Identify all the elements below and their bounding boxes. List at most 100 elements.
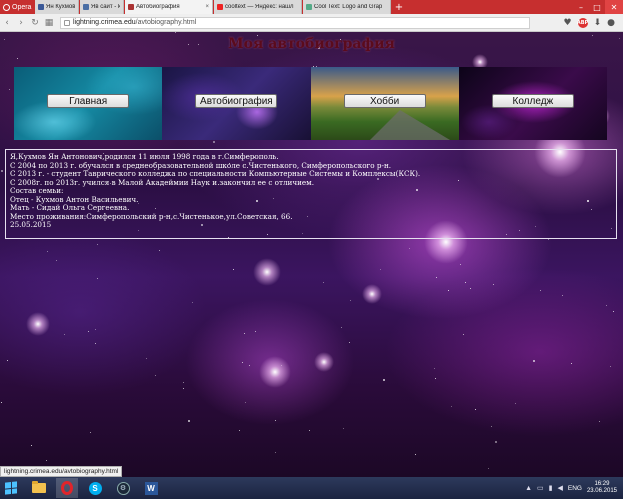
star xyxy=(213,141,215,143)
star xyxy=(495,441,497,443)
clock-time: 16:29 xyxy=(594,481,610,487)
star xyxy=(343,428,344,429)
nav-tile-bio: Автобиография xyxy=(162,67,311,140)
star xyxy=(323,282,324,283)
bio-line: Мать - Сидай Ольга Сергеевна. xyxy=(10,204,130,212)
folder-icon xyxy=(32,481,46,493)
star xyxy=(90,432,91,433)
star xyxy=(491,426,492,427)
browser-tab[interactable]: Cool Text: Logo and Grap xyxy=(303,0,391,14)
star-glow xyxy=(259,356,291,388)
home-button[interactable]: Главная xyxy=(47,94,130,108)
network-icon[interactable]: ▮ xyxy=(549,484,553,492)
page-viewport: Моя автобиография Главная Автобиография … xyxy=(0,32,623,477)
forward-arrow-icon[interactable]: › xyxy=(14,18,28,28)
star xyxy=(610,366,611,367)
speed-dial-icon[interactable]: ▦ xyxy=(42,18,56,28)
college-button[interactable]: Колледж xyxy=(491,94,574,108)
browser-tab[interactable]: Яв сайт - kuxmov-1998@ xyxy=(80,0,124,14)
address-bar: ‹ › ↻ ▦ lightning.crimea.edu/avtobiograp… xyxy=(0,14,623,32)
clock-date: 23.06.2015 xyxy=(586,488,617,494)
url-host: lightning.crimea.edu xyxy=(73,19,136,26)
star xyxy=(97,278,98,279)
tab-label: Автобиография xyxy=(136,4,180,10)
url-field[interactable]: lightning.crimea.edu/avtobiography.html xyxy=(60,16,530,29)
page-info-icon[interactable] xyxy=(64,19,70,26)
minimize-icon[interactable]: – xyxy=(573,0,589,14)
language-indicator[interactable]: ENG xyxy=(568,485,582,492)
taskbar-steam[interactable]: ⚙ xyxy=(112,478,134,498)
star xyxy=(540,290,541,291)
star xyxy=(448,290,449,291)
star xyxy=(95,329,96,330)
star xyxy=(47,251,48,252)
tab-favicon-icon xyxy=(128,4,134,10)
tab-label: cooltext — Яндекс: нашл xyxy=(225,4,294,10)
star-glow xyxy=(26,312,50,336)
taskbar-skype[interactable]: S xyxy=(84,478,106,498)
browser-tab[interactable]: Автобиография × xyxy=(125,0,213,14)
star xyxy=(493,284,494,285)
bio-line: С 2004 по 2013 г. обучался в среднеобраз… xyxy=(10,161,392,170)
taskbar: S ⚙ W ▲ ▭ ▮ ◀ ENG 16:29 23.06.2015 xyxy=(0,477,623,499)
star xyxy=(533,360,535,362)
biography-button[interactable]: Автобиография xyxy=(195,94,278,108)
star xyxy=(562,295,563,296)
tab-favicon-icon xyxy=(83,4,89,10)
browser-tab-bar: Opera Ян Кухмов Яв сайт - kuxmov-1998@ Авт… xyxy=(0,0,623,14)
star xyxy=(188,420,190,422)
star xyxy=(463,334,464,335)
star xyxy=(46,460,47,461)
star xyxy=(183,382,184,383)
nav-tile-home: Главная xyxy=(14,67,163,140)
status-url-tooltip: lightning.crimea.edu/avtobiography.html xyxy=(0,466,122,477)
star xyxy=(488,468,489,469)
bio-line: Место проживания:Симферопольский р-н,с.Ч… xyxy=(10,212,293,221)
close-tab-icon[interactable]: × xyxy=(205,4,209,10)
star xyxy=(244,333,245,334)
star xyxy=(599,421,600,422)
star xyxy=(515,403,516,404)
star xyxy=(415,454,416,455)
star xyxy=(249,365,250,366)
star xyxy=(31,445,32,446)
battery-icon[interactable]: ▭ xyxy=(537,484,544,492)
star xyxy=(465,282,466,283)
star xyxy=(435,378,436,379)
tab-favicon-icon xyxy=(217,4,223,10)
start-button[interactable] xyxy=(0,478,22,498)
maximize-icon[interactable]: □ xyxy=(589,0,605,14)
heart-icon[interactable]: ♥ xyxy=(564,18,572,28)
opera-menu-button[interactable]: Opera xyxy=(0,0,35,14)
reload-icon[interactable]: ↻ xyxy=(28,18,42,28)
taskbar-opera[interactable] xyxy=(56,478,78,498)
taskbar-explorer[interactable] xyxy=(28,478,50,498)
taskbar-word[interactable]: W xyxy=(140,478,162,498)
star xyxy=(350,300,351,301)
page-title: Моя автобиография xyxy=(228,36,395,52)
star xyxy=(233,269,234,270)
new-tab-button[interactable]: + xyxy=(392,0,406,14)
star-glow xyxy=(362,284,382,304)
clock[interactable]: 16:29 23.06.2015 xyxy=(587,481,617,495)
bio-line: С 2008г. по 2013г. учился в Малой Акадей… xyxy=(10,178,314,187)
tab-favicon-icon xyxy=(306,4,312,10)
star xyxy=(281,365,282,366)
star-glow xyxy=(253,258,281,286)
word-icon: W xyxy=(144,481,158,495)
url-path: /avtobiography.html xyxy=(135,19,197,26)
show-hidden-icons-icon[interactable]: ▲ xyxy=(525,485,532,492)
back-arrow-icon[interactable]: ‹ xyxy=(0,18,14,28)
star xyxy=(175,32,176,33)
user-icon[interactable]: ● xyxy=(607,18,615,28)
download-icon[interactable]: ⬇ xyxy=(594,18,602,28)
browser-tab[interactable]: Ян Кухмов xyxy=(35,0,79,14)
volume-icon[interactable]: ◀ xyxy=(557,484,562,492)
close-window-icon[interactable]: ✕ xyxy=(605,0,623,14)
hobby-button[interactable]: Хобби xyxy=(343,94,426,108)
browser-tab[interactable]: cooltext — Яндекс: нашл xyxy=(214,0,302,14)
star xyxy=(9,89,10,90)
star xyxy=(1,170,3,172)
opera-logo-icon xyxy=(3,3,10,11)
adblock-icon[interactable]: ABP xyxy=(577,17,588,28)
